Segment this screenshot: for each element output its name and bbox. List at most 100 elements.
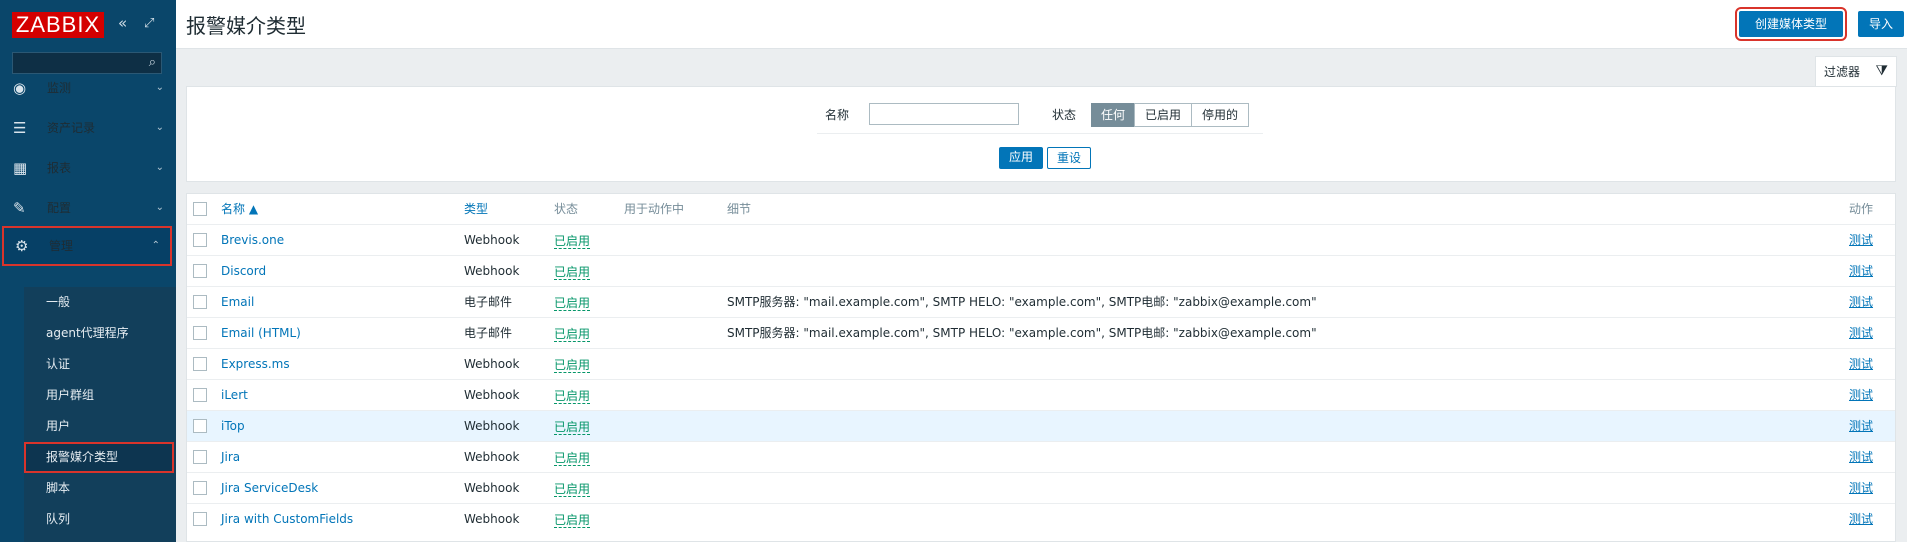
list-icon: ☰: [13, 119, 27, 137]
media-type-name-link[interactable]: Jira: [221, 442, 240, 473]
status-toggle[interactable]: 已启用: [554, 296, 591, 311]
menu-item-label: 资产记录: [47, 121, 96, 135]
apply-filter-button[interactable]: 应用: [999, 147, 1043, 169]
menu-item-2[interactable]: ▦ 报表 ⌄: [0, 148, 176, 188]
media-type-type: Webhook: [464, 419, 520, 433]
status-toggle[interactable]: 已启用: [554, 389, 591, 404]
status-toggle[interactable]: 已启用: [554, 451, 591, 466]
status-toggle[interactable]: 已启用: [554, 327, 591, 342]
submenu-item[interactable]: 认证: [24, 349, 176, 380]
media-type-type: Webhook: [464, 450, 520, 464]
media-type-details: SMTP服务器: "mail.example.com", SMTP HELO: …: [727, 295, 1317, 309]
select-all-checkbox[interactable]: [193, 202, 207, 216]
main-content: 报警媒介类型 创建媒体类型 导入 过滤器 ⧩ 名称 状态 任何 已启用 停用的 …: [176, 0, 1907, 542]
row-checkbox[interactable]: [193, 512, 207, 526]
media-type-name-link[interactable]: Email: [221, 287, 254, 318]
test-link[interactable]: 测试: [1849, 442, 1873, 473]
media-type-type: 电子邮件: [464, 295, 513, 309]
filter-icon: ⧩: [1875, 63, 1889, 79]
col-header-type[interactable]: 类型: [464, 194, 488, 224]
media-type-name-link[interactable]: Jira ServiceDesk: [221, 473, 318, 504]
row-checkbox[interactable]: [193, 388, 207, 402]
media-type-name-link[interactable]: Express.ms: [221, 349, 290, 380]
menu-item-label: 监测: [47, 81, 72, 95]
row-checkbox[interactable]: [193, 419, 207, 433]
row-checkbox[interactable]: [193, 326, 207, 340]
row-checkbox[interactable]: [193, 481, 207, 495]
chevron-icon: ⌄: [155, 162, 164, 173]
table-row: Email 电子邮件 已启用 SMTP服务器: "mail.example.com",…: [187, 286, 1895, 318]
filter-tab[interactable]: 过滤器 ⧩: [1815, 56, 1897, 87]
test-link[interactable]: 测试: [1849, 225, 1873, 256]
media-type-type: Webhook: [464, 512, 520, 526]
table-row: Jira ServiceDesk Webhook 已启用 测试: [187, 472, 1895, 504]
submenu-item[interactable]: agent代理程序: [24, 318, 176, 349]
media-type-name-link[interactable]: Email (HTML): [221, 318, 301, 349]
submenu-item[interactable]: 脚本: [24, 473, 176, 504]
menu-item-1[interactable]: ☰ 资产记录 ⌄: [0, 108, 176, 148]
col-header-action: 动作: [1849, 202, 1874, 216]
wrench-icon: ✎: [13, 199, 26, 217]
submenu-item[interactable]: 队列: [24, 504, 176, 535]
status-toggle[interactable]: 已启用: [554, 420, 591, 435]
admin-submenu: 一般 agent代理程序 认证 用户群组 用户 报警媒介类型 脚本 队列: [24, 287, 176, 542]
media-types-table: 名称 ▲ 类型 状态 用于动作中 细节 动作 Brevis.one Webhook…: [186, 193, 1896, 542]
sidebar: ZABBIX « ⤢ ⌕ ◉ 监测 ⌄ ☰ 资产记录 ⌄ ▦ 报表 ⌄ ✎ 配置 ⌄ ⚙ 管理 ⌃ 一般 ag…: [0, 0, 176, 542]
test-link[interactable]: 测试: [1849, 380, 1873, 411]
row-checkbox[interactable]: [193, 233, 207, 247]
submenu-item[interactable]: 用户: [24, 411, 176, 442]
name-filter-label: 名称: [825, 108, 850, 122]
media-type-type: Webhook: [464, 233, 520, 247]
chevron-icon: ⌃: [151, 240, 160, 251]
test-link[interactable]: 测试: [1849, 287, 1873, 318]
media-type-name-link[interactable]: iTop: [221, 411, 245, 442]
status-any-option[interactable]: 任何: [1091, 103, 1135, 127]
test-link[interactable]: 测试: [1849, 256, 1873, 287]
media-type-name-link[interactable]: Jira with CustomFields: [221, 504, 353, 535]
menu-item-label: 报表: [47, 161, 72, 175]
test-link[interactable]: 测试: [1849, 504, 1873, 535]
chevron-icon: ⌄: [155, 82, 164, 93]
row-checkbox[interactable]: [193, 295, 207, 309]
test-link[interactable]: 测试: [1849, 411, 1873, 442]
col-header-name[interactable]: 名称 ▲: [221, 194, 258, 224]
status-toggle[interactable]: 已启用: [554, 358, 591, 373]
media-type-type: 电子邮件: [464, 326, 513, 340]
status-toggle[interactable]: 已启用: [554, 234, 591, 249]
status-disabled-option[interactable]: 停用的: [1191, 103, 1249, 127]
test-link[interactable]: 测试: [1849, 318, 1873, 349]
media-type-type: Webhook: [464, 388, 520, 402]
row-checkbox[interactable]: [193, 357, 207, 371]
eye-icon: ◉: [13, 79, 27, 97]
media-type-name-link[interactable]: Discord: [221, 256, 266, 287]
table-row: iLert Webhook 已启用 测试: [187, 379, 1895, 411]
menu-item-3[interactable]: ✎ 配置 ⌄: [0, 188, 176, 228]
test-link[interactable]: 测试: [1849, 473, 1873, 504]
status-toggle[interactable]: 已启用: [554, 513, 591, 528]
status-toggle[interactable]: 已启用: [554, 482, 591, 497]
filter-tab-label: 过滤器: [1824, 65, 1861, 79]
row-checkbox[interactable]: [193, 264, 207, 278]
page-title: 报警媒介类型: [186, 14, 306, 38]
status-toggle[interactable]: 已启用: [554, 265, 591, 280]
kiosk-mode-icon[interactable]: ⤢: [144, 16, 154, 31]
table-row: Discord Webhook 已启用 测试: [187, 255, 1895, 287]
media-type-name-link[interactable]: iLert: [221, 380, 248, 411]
reset-filter-button[interactable]: 重设: [1047, 147, 1091, 169]
row-checkbox[interactable]: [193, 450, 207, 464]
submenu-item[interactable]: 报警媒介类型: [24, 442, 174, 473]
filter-panel: 名称 状态 任何 已启用 停用的 应用 重设: [186, 86, 1896, 182]
submenu-item[interactable]: 用户群组: [24, 380, 176, 411]
test-link[interactable]: 测试: [1849, 349, 1873, 380]
zabbix-logo[interactable]: ZABBIX: [12, 12, 104, 38]
import-button[interactable]: 导入: [1858, 11, 1904, 37]
media-type-name-link[interactable]: Brevis.one: [221, 225, 284, 256]
submenu-item[interactable]: 一般: [24, 287, 176, 318]
gear-icon: ⚙: [15, 237, 29, 255]
menu-item-4[interactable]: ⚙ 管理 ⌃: [2, 226, 172, 266]
create-media-type-button[interactable]: 创建媒体类型: [1735, 7, 1847, 41]
menu-item-0[interactable]: ◉ 监测 ⌄: [0, 68, 176, 108]
status-enabled-option[interactable]: 已启用: [1134, 103, 1192, 127]
collapse-sidebar-icon[interactable]: «: [118, 14, 127, 32]
name-filter-input[interactable]: [869, 103, 1019, 125]
